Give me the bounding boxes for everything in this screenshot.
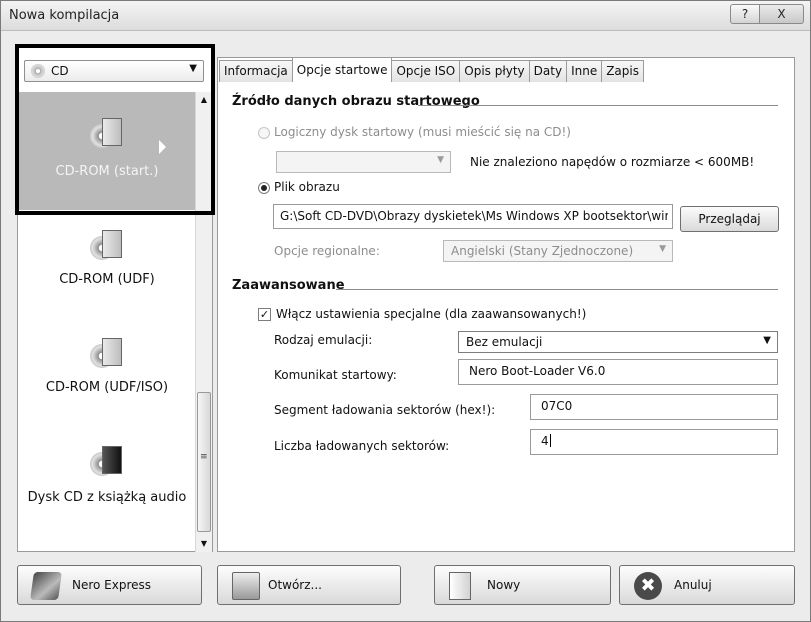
emulation-value: Bez emulacji bbox=[466, 335, 543, 349]
tab-bar: Informacja Opcje startowe Opcje ISO Opis… bbox=[219, 57, 644, 82]
segment-value: 07C0 bbox=[541, 399, 573, 413]
section-divider bbox=[336, 289, 778, 290]
boot-message-label: Komunikat startowy: bbox=[274, 368, 397, 382]
emulation-label: Rodzaj emulacji: bbox=[274, 333, 373, 347]
list-item-cd-rom-start[interactable]: CD-ROM (start.) bbox=[18, 92, 196, 210]
nero-express-label: Nero Express bbox=[72, 578, 152, 592]
chevron-down-icon: ▼ bbox=[763, 335, 771, 346]
list-scrollbar[interactable]: ▲ ≡ ▼ bbox=[195, 92, 212, 552]
cd-rom-boot-icon bbox=[90, 116, 124, 148]
enable-special-checkbox[interactable]: ✓ bbox=[258, 308, 271, 321]
cd-rom-udf-iso-icon bbox=[90, 336, 124, 368]
image-file-label: Plik obrazu bbox=[274, 180, 340, 194]
regional-options-select[interactable]: Angielski (Stany Zjednoczone) ▼ bbox=[443, 240, 673, 262]
list-item-label: CD-ROM (UDF/ISO) bbox=[45, 380, 169, 395]
browse-button[interactable]: Przeglądaj bbox=[680, 206, 779, 232]
open-label: Otwórz... bbox=[268, 578, 322, 592]
boot-options-panel: Źródło danych obrazu startowego Logiczny… bbox=[217, 57, 795, 552]
segment-label: Segment ładowania sektorów (hex!): bbox=[274, 403, 496, 417]
cancel-label: Anuluj bbox=[674, 578, 712, 592]
regional-options-label: Opcje regionalne: bbox=[274, 244, 380, 258]
cd-rom-udf-icon bbox=[90, 228, 124, 260]
no-drive-message: Nie znaleziono napędów o rozmiarze < 600… bbox=[470, 155, 755, 169]
image-path-value: G:\Soft CD-DVD\Obrazy dyskietek\Ms Windo… bbox=[280, 209, 668, 223]
title-buttons: ? X bbox=[730, 4, 804, 24]
media-type-value: CD bbox=[51, 64, 69, 78]
boot-source-section-title: Źródło danych obrazu startowego bbox=[232, 94, 480, 109]
drive-select[interactable]: ▼ bbox=[276, 151, 451, 173]
advanced-section-title: Zaawansowane bbox=[232, 278, 345, 293]
emulation-select[interactable]: Bez emulacji ▼ bbox=[458, 331, 778, 353]
text-caret bbox=[549, 434, 551, 447]
help-button[interactable]: ? bbox=[730, 4, 760, 24]
nero-express-icon bbox=[30, 572, 62, 600]
media-type-select[interactable]: CD ▼ bbox=[24, 60, 204, 82]
scroll-down-icon[interactable]: ▼ bbox=[196, 536, 212, 552]
close-button[interactable]: X bbox=[760, 4, 804, 24]
title-bar: Nowa kompilacja ? X bbox=[1, 1, 810, 31]
sectors-count-label: Liczba ładowanych sektorów: bbox=[274, 439, 450, 453]
compilation-type-panel: CD ▼ CD-ROM (start.) CD-ROM (UDF) CD-ROM… bbox=[17, 47, 213, 552]
image-file-radio[interactable] bbox=[258, 182, 270, 194]
nero-express-button[interactable]: Nero Express bbox=[17, 565, 202, 605]
open-folder-icon bbox=[232, 572, 260, 600]
regional-options-value: Angielski (Stany Zjednoczone) bbox=[451, 244, 634, 258]
tab-dates[interactable]: Daty bbox=[528, 60, 568, 82]
boot-message-field[interactable]: Nero Boot-Loader V6.0 bbox=[458, 359, 778, 385]
tab-boot-options[interactable]: Opcje startowe bbox=[291, 57, 393, 82]
cancel-icon: ✖ bbox=[634, 572, 662, 600]
boot-message-value: Nero Boot-Loader V6.0 bbox=[469, 364, 606, 378]
logical-disk-label: Logiczny dysk startowy (musi mieścić się… bbox=[274, 125, 571, 139]
new-compilation-window: Nowa kompilacja ? X CD ▼ CD-ROM (start.) bbox=[0, 0, 811, 622]
sectors-count-field[interactable]: 4 bbox=[530, 429, 778, 455]
list-item-label: CD-ROM (UDF) bbox=[59, 272, 155, 287]
tab-burn[interactable]: Zapis bbox=[601, 60, 644, 82]
chevron-down-icon: ▼ bbox=[189, 63, 197, 74]
new-label: Nowy bbox=[487, 578, 521, 592]
list-item-cd-rom-udf[interactable]: CD-ROM (UDF) bbox=[18, 214, 196, 332]
section-divider bbox=[418, 105, 778, 106]
new-button[interactable]: Nowy bbox=[434, 565, 611, 605]
scroll-grip-icon: ≡ bbox=[200, 452, 208, 462]
chevron-down-icon: ▼ bbox=[659, 244, 666, 254]
cd-icon bbox=[31, 64, 45, 78]
list-item-label: CD-ROM (start.) bbox=[55, 164, 159, 179]
tab-information[interactable]: Informacja bbox=[219, 60, 293, 82]
selected-arrow-icon bbox=[159, 140, 166, 154]
tab-iso-options[interactable]: Opcje ISO bbox=[391, 60, 461, 82]
segment-field[interactable]: 07C0 bbox=[530, 394, 778, 420]
logical-disk-radio[interactable] bbox=[258, 127, 270, 139]
sectors-count-value: 4 bbox=[541, 434, 551, 448]
audio-book-cd-icon bbox=[90, 444, 124, 476]
new-document-icon bbox=[449, 572, 471, 600]
scroll-up-icon[interactable]: ▲ bbox=[196, 92, 212, 108]
tab-misc[interactable]: Inne bbox=[566, 60, 603, 82]
scroll-thumb[interactable] bbox=[197, 392, 211, 532]
image-path-field[interactable]: G:\Soft CD-DVD\Obrazy dyskietek\Ms Windo… bbox=[273, 204, 673, 229]
window-title: Nowa kompilacja bbox=[9, 8, 120, 23]
enable-special-label: Włącz ustawienia specjalne (dla zaawanso… bbox=[276, 307, 587, 321]
list-item-cd-rom-udf-iso[interactable]: CD-ROM (UDF/ISO) bbox=[18, 320, 196, 438]
browse-button-label: Przeglądaj bbox=[698, 212, 761, 226]
chevron-down-icon: ▼ bbox=[437, 155, 444, 165]
tab-disc-label[interactable]: Opis płyty bbox=[459, 60, 530, 82]
list-item-label: Dysk CD z książką audio bbox=[27, 490, 187, 505]
compilation-type-list: CD-ROM (start.) CD-ROM (UDF) CD-ROM (UDF… bbox=[18, 92, 196, 552]
cancel-button[interactable]: ✖ Anuluj bbox=[619, 565, 795, 605]
open-button[interactable]: Otwórz... bbox=[217, 565, 401, 605]
list-item-audio-book-cd[interactable]: Dysk CD z książką audio bbox=[18, 426, 196, 544]
